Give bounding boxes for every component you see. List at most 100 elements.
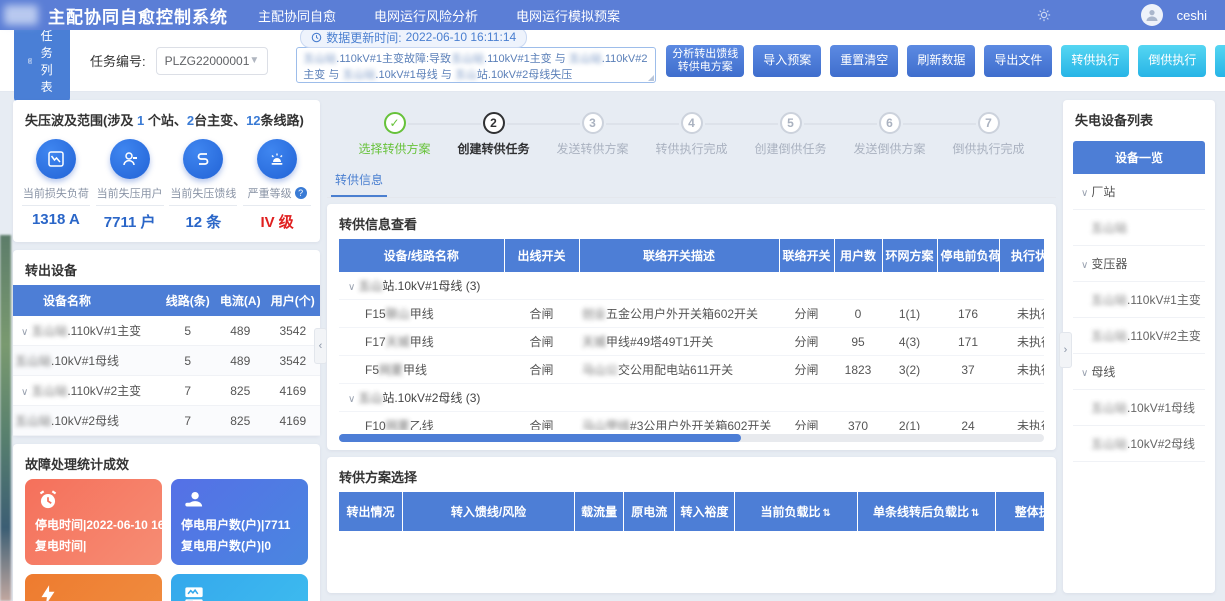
fault-desc-area: 数据更新时间:2022-06-10 16:11:14 五山站.110kV#1主变… <box>296 39 656 83</box>
table-row[interactable]: F17天城甲线 合闸 天城甲线#49塔49T1开关 分闸 95 4(3) 171… <box>339 328 1044 356</box>
col-header: 出线开关 <box>504 239 579 272</box>
collapse-left-handle[interactable]: ‹ <box>314 328 327 364</box>
impact-stat-2: 当前失压馈线 12 条 <box>169 139 237 232</box>
device-list-panel: 失电设备列表 设备一览 ∨厂站 五山站 ∨变压器 五山站.110kV#1主变五山… <box>1063 100 1215 593</box>
gear-icon[interactable] <box>1037 8 1051 22</box>
col-header[interactable]: 当前负载比⇅ <box>734 492 857 531</box>
plan-select-table: 转出情况转入馈线/风险载流量原电流转入裕度当前负载比⇅单条线转后负载比⇅整体执行… <box>339 492 1044 531</box>
toolbar-button-0[interactable]: 分析转出馈线转供电方案 <box>666 45 744 77</box>
stat-card-3: 故障损失负荷(A)|1318故障恢复负荷(A)|0 <box>171 574 308 601</box>
toolbar-button-6[interactable]: 倒供执行 <box>1138 45 1206 77</box>
col-header: 用户数 <box>834 239 882 272</box>
expand-icon[interactable]: ∨ <box>21 387 28 398</box>
nav-item-2[interactable]: 电网运行模拟预案 <box>514 2 622 29</box>
col-header: 原电流 <box>624 492 675 531</box>
table-row[interactable]: ∨五山站.110kV#2主变 7 825 4169 <box>13 376 320 406</box>
tree-item[interactable]: 五山站.110kV#2主变 <box>1073 318 1205 354</box>
device-tree: ∨厂站 五山站 ∨变压器 五山站.110kV#1主变五山站.110kV#2主变 … <box>1063 174 1215 462</box>
tree-group-2[interactable]: ∨母线 <box>1073 354 1205 390</box>
center-column: ✓ 选择转供方案 2 创建转供任务 3 发送转供方案 4 转供执行完成 5 创建… <box>327 100 1056 593</box>
toolbar-button-1[interactable]: 导入预案 <box>753 45 821 77</box>
impact-stat-0: 当前损失负荷 1318 A <box>22 139 90 232</box>
expand-icon[interactable]: ∨ <box>1081 368 1088 379</box>
task-list-button[interactable]: 任务列表 <box>14 20 70 102</box>
tab-strip: 转供信息 <box>327 165 1056 198</box>
help-icon[interactable]: ? <box>295 187 307 199</box>
load-monitor-icon <box>181 582 298 601</box>
impact-stat-value: 12 条 <box>169 211 237 232</box>
expand-icon[interactable]: ∨ <box>1081 260 1088 271</box>
fault-description-textarea[interactable]: 五山站.110kV#1主变故障:导致五山站.110kV#1主变 与 五山站.11… <box>296 47 656 83</box>
toolbar-button-2[interactable]: 重置清空 <box>830 45 898 77</box>
plan-select-title: 转供方案选择 <box>327 457 1056 492</box>
left-column: 失压波及范围(涉及 1 个站、2台主变、12条线路) 当前损失负荷 1318 A… <box>13 100 320 593</box>
col-header: 线路(条) <box>161 285 215 316</box>
nav-item-0[interactable]: 主配协同自愈 <box>256 2 338 29</box>
device-list-header: 设备一览 <box>1073 141 1205 174</box>
expand-icon[interactable]: ∨ <box>348 282 355 293</box>
step-3: 3 发送转供方案 <box>543 112 642 157</box>
horizontal-scrollbar[interactable] <box>339 434 1044 442</box>
task-no-label: 任务编号: <box>90 51 146 70</box>
toolbar-button-7[interactable]: 图形分析 <box>1215 45 1225 77</box>
impact-stat-value: 7711 户 <box>96 211 164 232</box>
tree-item[interactable]: 五山站 <box>1073 210 1205 246</box>
table-row[interactable]: 五山站.10kV#2母线 7 825 4169 <box>13 406 320 436</box>
expand-icon[interactable]: ∨ <box>348 394 355 405</box>
impact-stat-value: 1318 A <box>22 211 90 228</box>
plan-select-panel: 转供方案选择 转出情况转入馈线/风险载流量原电流转入裕度当前负载比⇅单条线转后负… <box>327 457 1056 593</box>
task-no-select[interactable]: PLZG22000001▼ <box>156 47 269 75</box>
col-header: 电流(A) <box>215 285 266 316</box>
background-photo-strip <box>0 235 11 601</box>
toolbar-buttons: 分析转出馈线转供电方案导入预案重置清空刷新数据导出文件转供执行倒供执行图形分析 <box>666 45 1225 77</box>
col-header: 执行状态 <box>999 239 1044 272</box>
table-row[interactable]: F15联山甲线 合闸 创业五金公用户外开关箱602开关 分闸 0 1(1) 17… <box>339 300 1044 328</box>
expand-icon[interactable]: ∨ <box>21 327 28 338</box>
col-header: 转入馈线/风险 <box>402 492 574 531</box>
table-row[interactable]: 五山站.10kV#1母线 5 489 3542 <box>13 346 320 376</box>
impact-stat-3: 严重等级 ? IV 级 <box>243 139 311 232</box>
scrollbar-thumb[interactable] <box>339 434 741 442</box>
bolt-icon <box>35 582 152 601</box>
tree-group-0[interactable]: ∨厂站 <box>1073 174 1205 210</box>
col-header: 设备名称 <box>13 285 161 316</box>
step-1: ✓ 选择转供方案 <box>345 112 444 157</box>
user-avatar-icon[interactable] <box>1141 4 1163 26</box>
transfer-info-panel: 转供信息查看 设备/线路名称出线开关联络开关描述联络开关用户数环网方案停电前负荷… <box>327 204 1056 450</box>
nav-item-1[interactable]: 电网运行风险分析 <box>372 2 480 29</box>
stats-cards-title: 故障处理统计成效 <box>13 444 320 479</box>
tab-transfer-info[interactable]: 转供信息 <box>331 165 387 197</box>
col-header: 设备/线路名称 <box>339 239 504 272</box>
group-row[interactable]: ∨五山站.10kV#1母线 (3) <box>339 272 1044 300</box>
step-6: 6 发送倒供方案 <box>840 112 939 157</box>
clock-icon <box>311 32 322 43</box>
table-row[interactable]: F5网夏甲线 合闸 马山公交公用配电站611开关 分闸 1823 3(2) 37… <box>339 356 1044 384</box>
tree-item[interactable]: 五山站.10kV#1母线 <box>1073 390 1205 426</box>
collapse-right-handle[interactable]: › <box>1059 332 1072 368</box>
tree-item[interactable]: 五山站.110kV#1主变 <box>1073 282 1205 318</box>
col-header[interactable]: 整体执行负载比⇅ <box>995 492 1044 531</box>
username[interactable]: ceshi <box>1177 8 1207 23</box>
toolbar-button-5[interactable]: 转供执行 <box>1061 45 1129 77</box>
group-row[interactable]: ∨五山站.10kV#2母线 (3) <box>339 384 1044 412</box>
transfer-info-table-wrap: 设备/线路名称出线开关联络开关描述联络开关用户数环网方案停电前负荷执行状态转入馈… <box>339 239 1044 430</box>
top-header: 主配协同自愈控制系统 主配协同自愈电网运行风险分析电网运行模拟预案 ceshi <box>0 0 1225 30</box>
app-root: 主配协同自愈控制系统 主配协同自愈电网运行风险分析电网运行模拟预案 ceshi … <box>0 0 1225 601</box>
sort-icon[interactable]: ⇅ <box>971 508 979 519</box>
lost-user-icon <box>110 139 150 179</box>
table-row[interactable]: ∨五山站.110kV#1主变 5 489 3542 <box>13 316 320 346</box>
tree-item[interactable]: 五山站.10kV#2母线 <box>1073 426 1205 462</box>
device-list-title: 失电设备列表 <box>1063 100 1215 135</box>
sort-icon[interactable]: ⇅ <box>822 508 830 519</box>
toolbar: 任务列表 任务编号: PLZG22000001▼ 数据更新时间:2022-06-… <box>0 30 1225 92</box>
col-header[interactable]: 单条线转后负载比⇅ <box>857 492 995 531</box>
process-stepper: ✓ 选择转供方案 2 创建转供任务 3 发送转供方案 4 转供执行完成 5 创建… <box>327 100 1056 157</box>
impact-stat-value: IV 级 <box>243 211 311 232</box>
toolbar-button-3[interactable]: 刷新数据 <box>907 45 975 77</box>
step-5: 5 创建倒供任务 <box>741 112 840 157</box>
expand-icon[interactable]: ∨ <box>1081 188 1088 199</box>
alert-lamp-icon <box>257 139 297 179</box>
tree-group-1[interactable]: ∨变压器 <box>1073 246 1205 282</box>
table-row[interactable]: F10网夏乙线 合闸 马山甲线#3公用户外开关箱602开关 分闸 370 2(1… <box>339 412 1044 431</box>
toolbar-button-4[interactable]: 导出文件 <box>984 45 1052 77</box>
